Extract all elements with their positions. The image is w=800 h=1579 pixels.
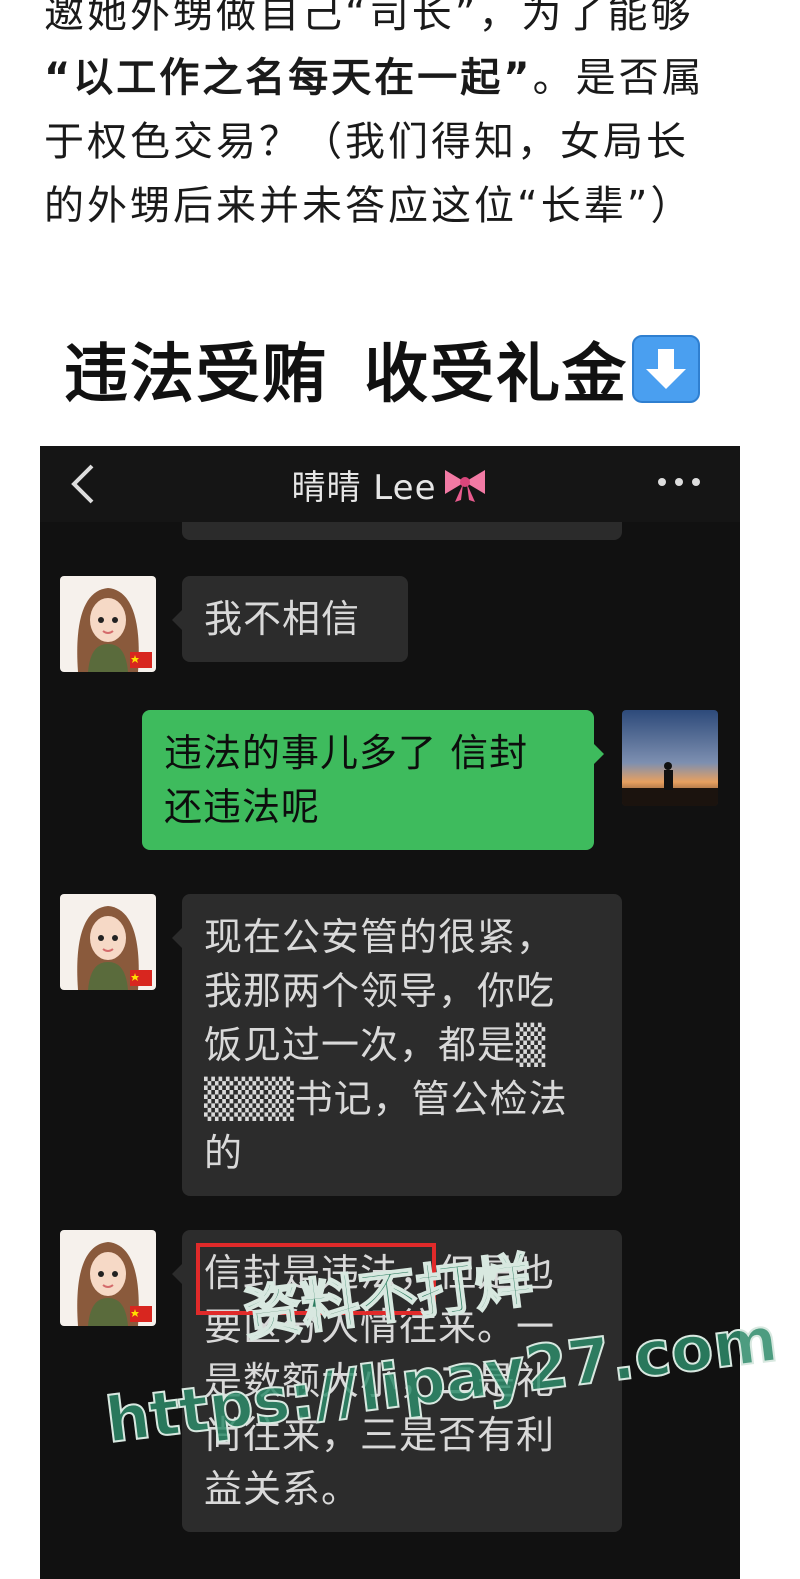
message-bubble-incoming: 我不相信 bbox=[172, 576, 408, 662]
article-text: 邀她外甥做自己“司长”，为了能够 “以工作之名每天在一起”。是否属 于权色交易？… bbox=[44, 0, 760, 238]
section-heading: 违法受贿 收受礼金 bbox=[64, 330, 700, 412]
message-line: 尚往来，三是否有利 bbox=[204, 1413, 556, 1457]
message-line: ▒▒▒书记，管公检法 bbox=[204, 1077, 568, 1121]
heading-part-1: 违法受贿 bbox=[64, 338, 328, 412]
message-line: 我不相信 bbox=[204, 597, 361, 641]
message-line: 益关系。 bbox=[204, 1467, 361, 1511]
contact-avatar[interactable] bbox=[60, 576, 156, 672]
red-highlight-box bbox=[196, 1243, 436, 1315]
pink-bow-icon bbox=[444, 470, 485, 502]
message-line: 我那两个领导，你吃 bbox=[204, 969, 556, 1013]
article-line: “以工作之名每天在一起”。是否属 bbox=[44, 46, 760, 110]
down-arrow-icon bbox=[632, 335, 700, 403]
article-line: 于权色交易？（我们得知，女局长 bbox=[44, 119, 689, 165]
more-dots-icon[interactable] bbox=[654, 470, 704, 494]
chat-screenshot: 晴晴 Lee 我不相信 违法的事儿多了 信封 还违法呢 现在公安管的很紧， 我那… bbox=[40, 446, 740, 1579]
my-avatar[interactable] bbox=[622, 710, 718, 806]
article-line: 的外甥后来并未答应这位“长辈”） bbox=[44, 183, 694, 229]
message-line: 的 bbox=[204, 1131, 244, 1175]
message-line: 是数额大小，二是礼 bbox=[204, 1359, 556, 1403]
heading-part-2: 收受礼金 bbox=[364, 338, 628, 412]
contact-avatar[interactable] bbox=[60, 1230, 156, 1326]
chat-title: 晴晴 Lee bbox=[40, 446, 740, 522]
chat-title-text: 晴晴 Lee bbox=[291, 467, 437, 508]
article-line: 邀她外甥做自己“司长”，为了能够 bbox=[44, 0, 694, 37]
message-bubble-outgoing: 违法的事儿多了 信封 还违法呢 bbox=[142, 710, 604, 850]
message-bubble-incoming: 现在公安管的很紧， 我那两个领导，你吃 饭见过一次，都是▒ ▒▒▒书记，管公检法… bbox=[172, 894, 622, 1196]
article-line-rest: 。是否属 bbox=[532, 55, 705, 101]
message-line: 还违法呢 bbox=[164, 785, 321, 829]
message-line: 现在公安管的很紧， bbox=[204, 915, 556, 959]
contact-avatar[interactable] bbox=[60, 894, 156, 990]
message-line: 饭见过一次，都是▒ bbox=[204, 1023, 547, 1067]
message-line: 违法的事儿多了 信封 bbox=[164, 731, 529, 775]
article-bold-quote: “以工作之名每天在一起” bbox=[44, 55, 533, 101]
previous-message-edge bbox=[182, 522, 622, 540]
